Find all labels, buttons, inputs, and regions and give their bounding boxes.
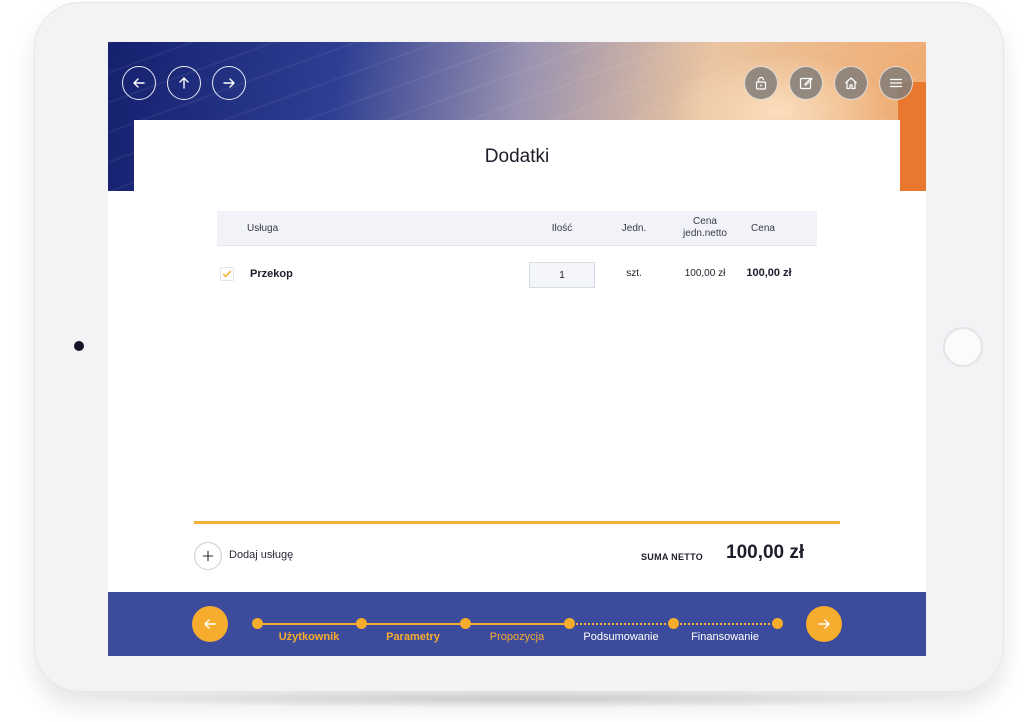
arrow-right-icon [223, 78, 235, 88]
tablet-home-button[interactable] [943, 327, 983, 367]
step-dot-3 [564, 618, 575, 629]
step-podsumowanie[interactable]: Podsumowanie [583, 631, 658, 643]
sum-value: 100,00 zł [726, 542, 805, 563]
column-header-price: Cena [751, 222, 775, 234]
step-dot-2 [460, 618, 471, 629]
column-header-qty: Ilość [551, 222, 573, 234]
quantity-input[interactable] [529, 262, 595, 288]
column-header-unit-price-line1: Cena [693, 216, 717, 227]
lock-button[interactable] [744, 66, 778, 100]
step-propozycja[interactable]: Propozycja [490, 631, 544, 643]
home-icon [845, 77, 857, 90]
table-row: Przekop szt. 100,00 zł 100,00 zł [217, 256, 817, 296]
unit-cell: szt. [626, 268, 642, 279]
screen: Dodatki Usługa Ilość Jedn. Cena jedn.net… [108, 42, 926, 656]
stepper-completed-line [262, 623, 566, 625]
column-header-unit: Jedn. [621, 222, 647, 234]
up-button[interactable] [167, 66, 201, 100]
arrow-up-icon [179, 77, 189, 89]
next-step-button[interactable] [806, 606, 842, 642]
page-title: Dodatki [484, 146, 550, 167]
menu-icon [889, 78, 903, 88]
column-header-service: Usługa [247, 222, 279, 234]
edit-button[interactable] [789, 66, 823, 100]
price-cell: 100,00 zł [746, 267, 792, 279]
step-dot-1 [356, 618, 367, 629]
summary-divider [194, 521, 840, 524]
step-finansowanie[interactable]: Finansowanie [691, 631, 759, 643]
forward-button[interactable] [212, 66, 246, 100]
progress-footer: Użytkownik Parametry Propozycja Podsumow… [108, 592, 926, 656]
edit-icon [799, 77, 813, 90]
step-dot-end [772, 618, 783, 629]
menu-button[interactable] [879, 66, 913, 100]
camera [74, 341, 84, 351]
home-button[interactable] [834, 66, 868, 100]
column-header-unit-price-line2: jedn.netto [683, 228, 727, 239]
unit-price-cell: 100,00 zł [684, 268, 726, 279]
previous-step-button[interactable] [192, 606, 228, 642]
step-dot-start [252, 618, 263, 629]
checkmark-icon [222, 270, 232, 278]
plus-icon [202, 550, 214, 562]
back-button[interactable] [122, 66, 156, 100]
table-header: Usługa Ilość Jedn. Cena jedn.netto Cena [217, 211, 817, 246]
arrow-right-icon [818, 619, 830, 629]
step-uzytkownik[interactable]: Użytkownik [279, 631, 340, 643]
row-checkbox[interactable] [220, 267, 234, 281]
step-dot-4 [668, 618, 679, 629]
tablet-shadow [70, 690, 970, 708]
service-name: Przekop [250, 268, 293, 280]
arrow-left-icon [133, 78, 145, 88]
add-service-label[interactable]: Dodaj usługę [229, 549, 293, 561]
add-service-button[interactable] [194, 542, 222, 570]
content-card: Dodatki Usługa Ilość Jedn. Cena jedn.net… [134, 120, 900, 590]
arrow-left-icon [204, 619, 216, 629]
step-parametry[interactable]: Parametry [386, 631, 440, 643]
sum-label: SUMA NETTO [641, 552, 704, 562]
column-header-unit-price: Cena jedn.netto [677, 211, 733, 245]
lock-icon [755, 76, 767, 90]
